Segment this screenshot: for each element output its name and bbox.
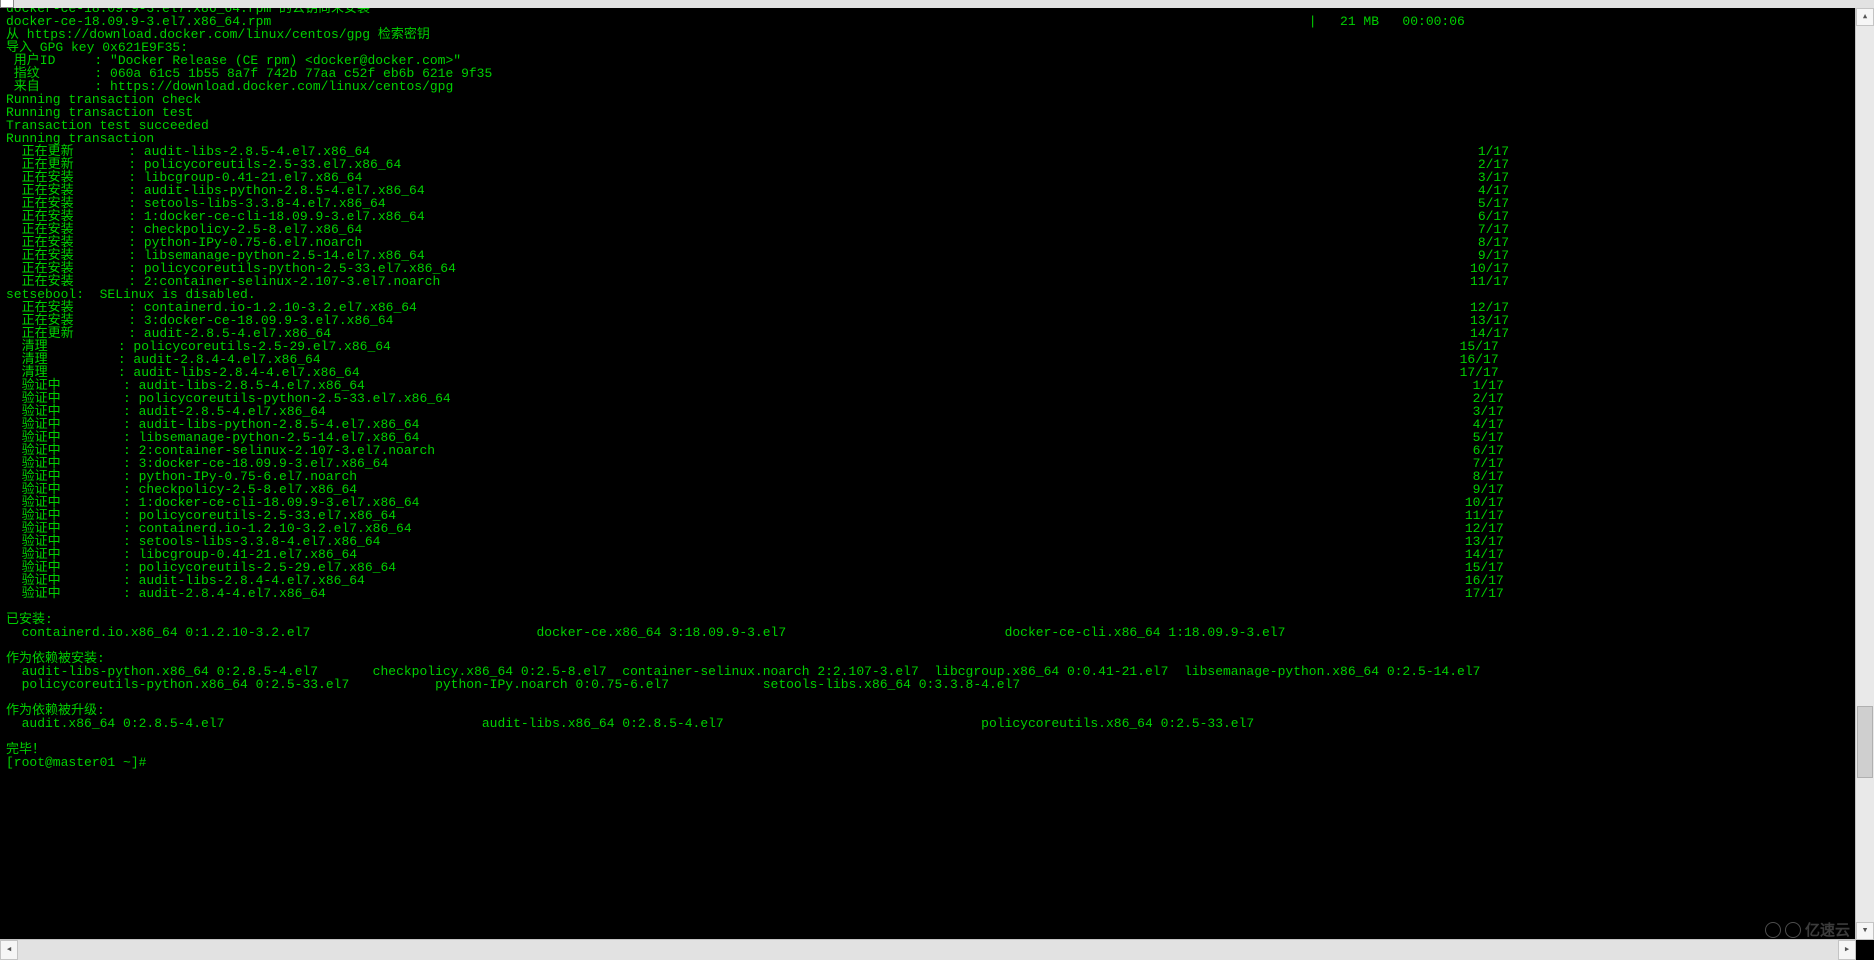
- horizontal-scrollbar[interactable]: ◂ ▸: [0, 939, 1856, 960]
- scroll-thumb[interactable]: [1857, 706, 1873, 778]
- scroll-right-button[interactable]: ▸: [1838, 940, 1856, 960]
- vertical-scrollbar[interactable]: ▴ ▾: [1855, 8, 1874, 940]
- session-tab[interactable]: [0, 0, 14, 8]
- scroll-left-button[interactable]: ◂: [0, 940, 18, 960]
- watermark-icon: [1765, 922, 1781, 938]
- scroll-down-button[interactable]: ▾: [1856, 922, 1874, 940]
- scroll-up-button[interactable]: ▴: [1856, 8, 1874, 26]
- scroll-track[interactable]: [1856, 26, 1874, 922]
- watermark-text: 亿速云: [1805, 923, 1850, 938]
- watermark: 亿速云: [1765, 922, 1850, 938]
- tab-bar: [0, 0, 1874, 8]
- terminal-output[interactable]: docker-ce-18.09.9-3.el7.x86_64.rpm 的公钥尚未…: [0, 0, 1874, 769]
- watermark-icon: [1785, 922, 1801, 938]
